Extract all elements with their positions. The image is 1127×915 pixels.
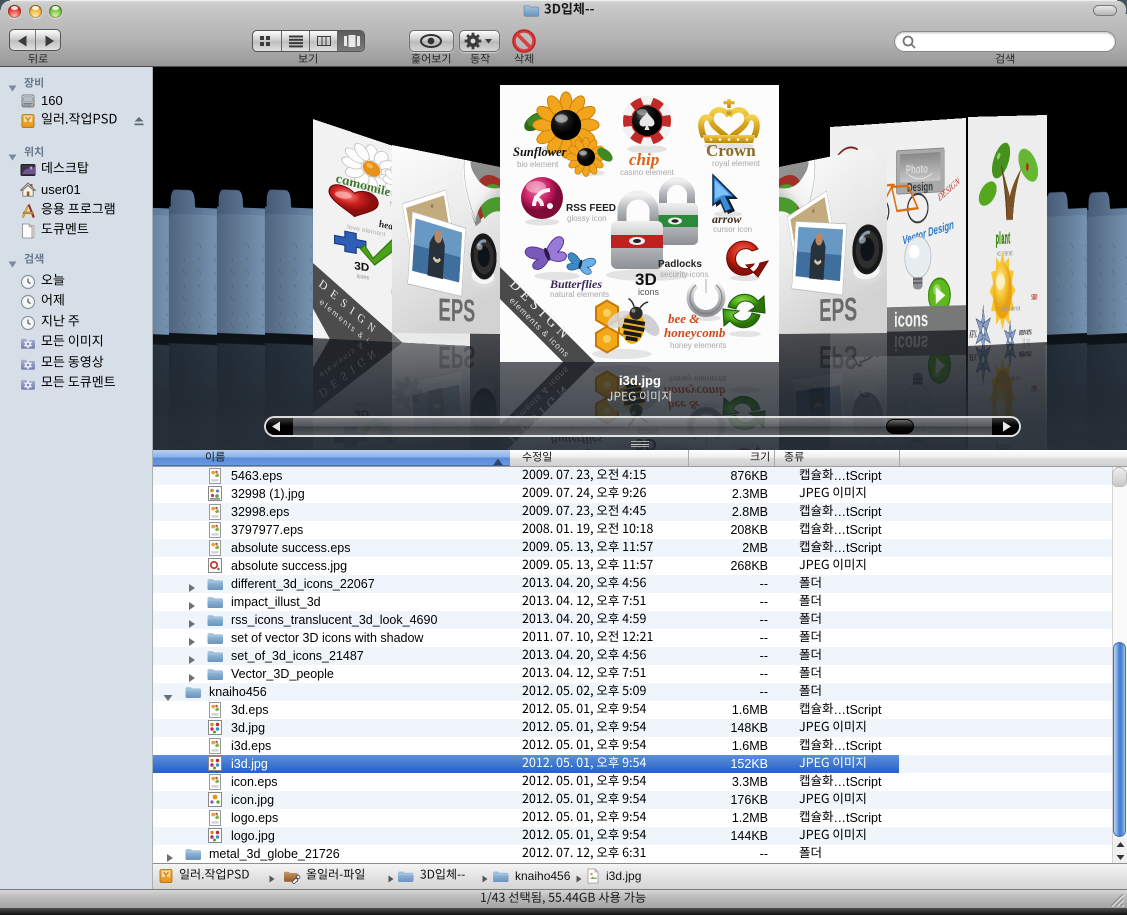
svg-text:honey elements: honey elements xyxy=(670,341,726,350)
svg-text:plant: plant xyxy=(996,229,1011,248)
svg-text:icons: icons xyxy=(638,287,660,297)
svg-text:EPS: EPS xyxy=(819,339,857,377)
svg-text:icons: icons xyxy=(894,308,928,332)
svg-text:weather element: weather element xyxy=(1001,305,1021,314)
svg-text:bee &: bee & xyxy=(668,311,699,326)
svg-text:icons: icons xyxy=(357,272,369,282)
svg-text:KFN.: KFN. xyxy=(969,328,977,340)
svg-text:cursor icon: cursor icon xyxy=(713,225,752,234)
svg-text:EPS: EPS xyxy=(438,339,475,375)
svg-text:natural elements: natural elements xyxy=(550,290,609,299)
svg-text:answers: answers xyxy=(1019,348,1032,362)
svg-text:icons: icons xyxy=(357,400,369,408)
svg-text:Sunflower: Sunflower xyxy=(513,145,567,159)
svg-text:plant: plant xyxy=(996,440,1011,450)
svg-text:casino element: casino element xyxy=(620,168,675,177)
svg-text:weather element: weather element xyxy=(1001,374,1021,383)
svg-text:royal element: royal element xyxy=(712,159,761,168)
svg-text:chip: chip xyxy=(629,150,659,169)
svg-text:sun: sun xyxy=(1031,290,1038,303)
svg-text:EPS: EPS xyxy=(819,290,857,328)
svg-text:bio element: bio element xyxy=(517,160,559,169)
svg-text:eco element: eco element xyxy=(997,249,1013,259)
svg-text:glossy icon: glossy icon xyxy=(567,214,607,223)
svg-text:KFN.: KFN. xyxy=(969,351,977,363)
svg-text:Padlocks: Padlocks xyxy=(658,259,702,270)
svg-text:EPS: EPS xyxy=(438,292,475,328)
svg-text:Crown: Crown xyxy=(706,141,756,160)
svg-text:honeycomb: honeycomb xyxy=(664,325,726,340)
svg-text:sun: sun xyxy=(1031,382,1038,396)
svg-text:answers: answers xyxy=(1019,324,1032,338)
svg-text:RSS FEED: RSS FEED xyxy=(566,203,616,214)
svg-text:security icons: security icons xyxy=(660,270,708,279)
svg-text:3d icon: 3d icon xyxy=(1022,342,1030,349)
svg-text:Butterflies: Butterflies xyxy=(549,277,602,291)
svg-text:arrow: arrow xyxy=(712,212,742,226)
svg-text:icons: icons xyxy=(894,330,928,354)
